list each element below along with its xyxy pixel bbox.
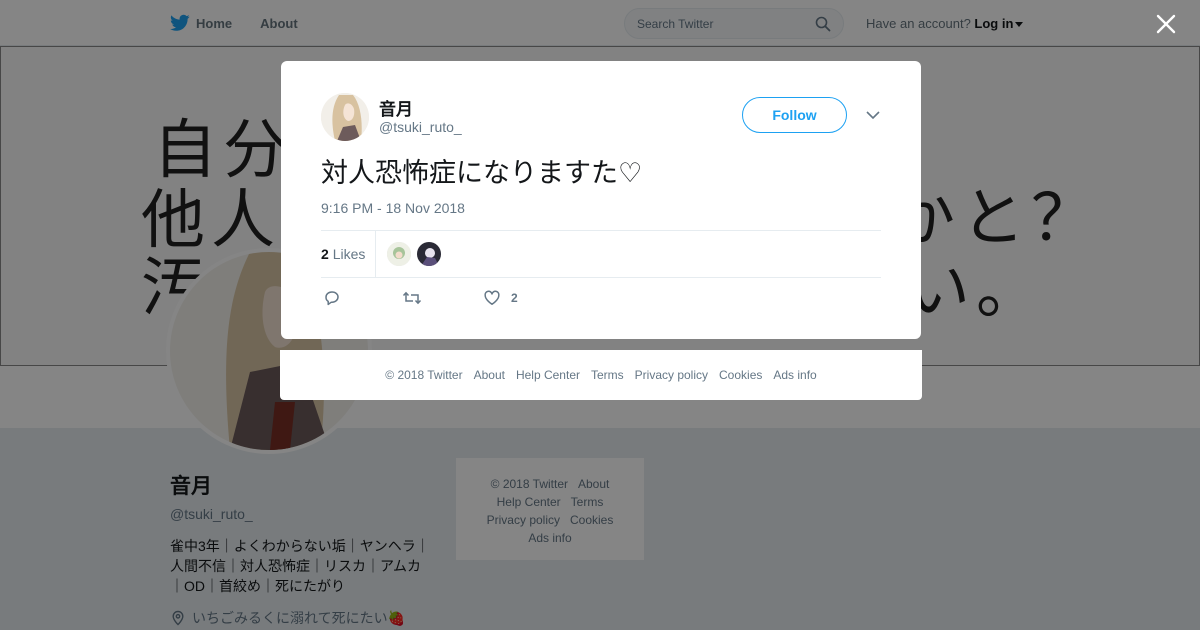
footer-link[interactable]: About [474, 368, 505, 382]
like-button[interactable]: 2 [483, 289, 518, 307]
tweet-stats: 2 Likes [321, 230, 881, 278]
footer-link[interactable]: Privacy policy [635, 368, 708, 382]
avatar-illustration [321, 93, 369, 141]
footer-link[interactable]: Terms [591, 368, 624, 382]
footer-link[interactable]: © 2018 Twitter [385, 368, 462, 382]
avatar-illustration [387, 242, 411, 266]
reply-icon [325, 291, 339, 306]
chevron-down-icon[interactable] [865, 109, 881, 121]
tweet-author-name[interactable]: 音月 [379, 95, 413, 120]
heart-icon [484, 290, 500, 305]
liker-avatar[interactable] [417, 242, 441, 266]
likes-label: Likes [332, 246, 366, 262]
like-count: 2 [511, 291, 518, 305]
likes-number: 2 [321, 246, 329, 262]
likes-count[interactable]: 2 Likes [321, 246, 365, 262]
footer-link[interactable]: Ads info [773, 368, 816, 382]
tweet-author-handle[interactable]: @tsuki_ruto_ [379, 119, 462, 135]
reply-button[interactable] [323, 289, 341, 307]
footer-link[interactable]: Cookies [719, 368, 762, 382]
modal-footer: © 2018 Twitter About Help Center Terms P… [280, 350, 922, 400]
stats-divider [375, 231, 376, 277]
follow-button[interactable]: Follow [742, 97, 847, 133]
retweet-button[interactable] [402, 289, 422, 307]
tweet-modal: 音月 @tsuki_ruto_ Follow 対人恐怖症になりますた♡ 9:16… [281, 61, 921, 339]
close-icon[interactable] [1154, 12, 1178, 36]
avatar-illustration [417, 242, 441, 266]
tweet-timestamp[interactable]: 9:16 PM - 18 Nov 2018 [321, 200, 465, 216]
retweet-icon [402, 291, 422, 305]
tweet-text: 対人恐怖症になりますた♡ [321, 158, 643, 188]
tweet-author-avatar[interactable] [321, 93, 369, 141]
liker-avatar[interactable] [387, 242, 411, 266]
footer-link[interactable]: Help Center [516, 368, 580, 382]
tweet-actions: 2 [321, 289, 881, 309]
